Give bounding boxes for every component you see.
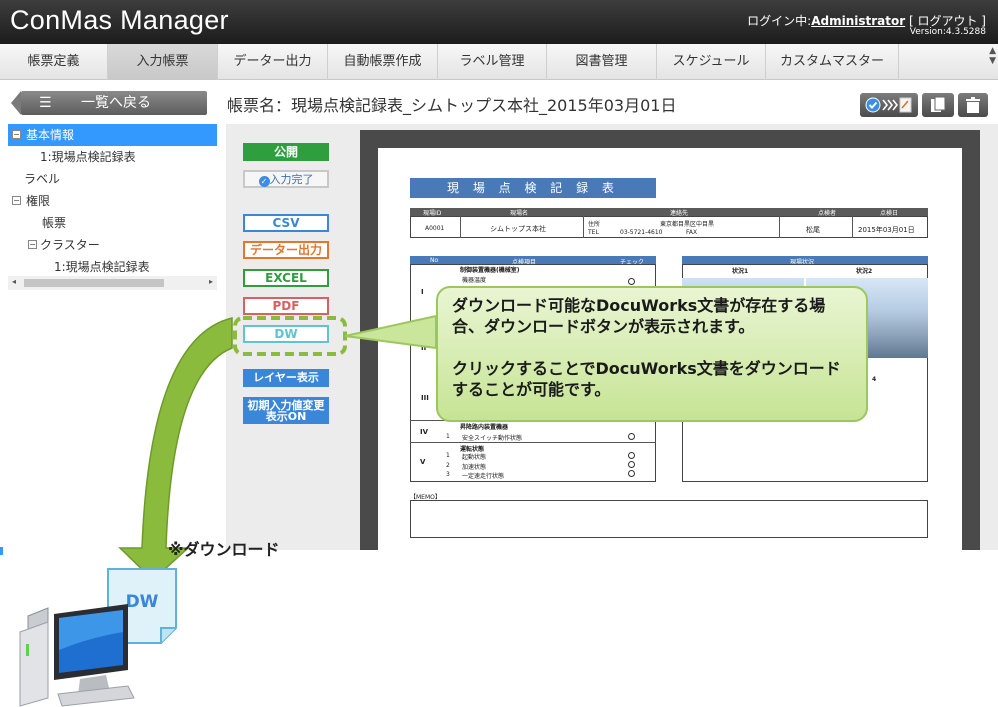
dw-highlight-ring — [233, 316, 347, 356]
callout-text-1: ダウンロード可能なDocuWorks文書が存在する場合、ダウンロードボタンが表示… — [452, 296, 826, 336]
computer-icon — [19, 604, 135, 707]
info-callout: ダウンロード可能なDocuWorks文書が存在する場合、ダウンロードボタンが表示… — [436, 286, 868, 422]
callout-text-2: クリックすることでDocuWorks文書をダウンロードすることが可能です。 — [452, 359, 841, 399]
edge-marker — [0, 547, 3, 555]
screen: ConMas Manager ログイン中:Administrator [ ログア… — [0, 0, 998, 707]
download-label: ※ダウンロード — [168, 540, 280, 559]
callout-pointer — [344, 314, 437, 350]
